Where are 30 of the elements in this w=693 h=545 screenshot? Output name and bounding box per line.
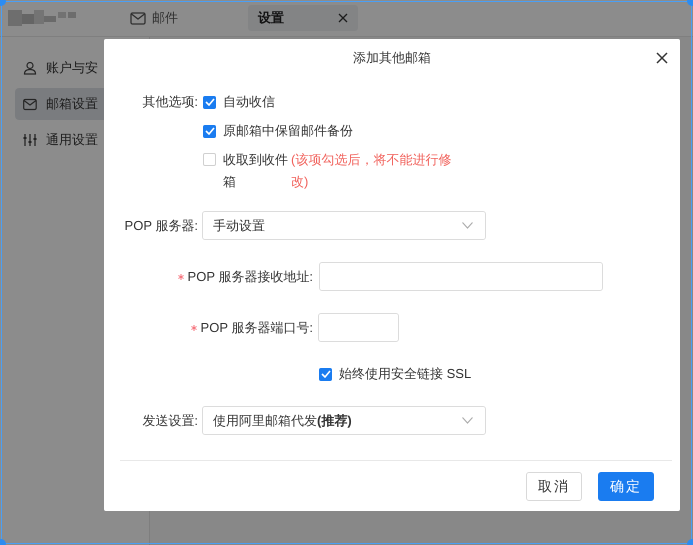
checkbox-label: 原邮箱中保留邮件备份 [223,122,353,140]
checkbox-label: 收取到收件箱 [223,151,289,191]
user-icon [23,61,37,75]
sidebar-item[interactable]: 账户与安 [15,52,149,84]
chevron-down-icon [462,222,473,229]
pop-server-select[interactable]: 手动设置 [202,211,486,240]
form-label: POP 服务器端口号: [104,318,313,336]
cancel-button[interactable]: 取消 [526,472,582,501]
chevron-down-icon [462,417,473,424]
mailbox-icon [23,98,37,110]
sidebar-item[interactable]: 通用设置 [15,124,149,156]
mail-icon [130,12,146,24]
checkbox-label: 始终使用安全链接 SSL [339,365,472,383]
warning-note: (该项勾选后，将不能进行修改) [291,151,452,191]
port-input-field[interactable] [318,313,399,342]
close-icon[interactable] [656,52,668,64]
checkbox[interactable] [203,124,216,138]
confirm-button[interactable]: 确定 [598,472,654,501]
checkbox[interactable] [319,368,332,380]
checkbox[interactable] [203,96,216,108]
tab[interactable]: 邮件 [120,5,188,31]
form-label: POP 服务器: [124,216,198,234]
dialog-title: 添加其他邮箱 [353,49,431,67]
form-label: POP 服务器接收地址: [104,268,313,286]
sliders-icon [23,133,37,147]
form-label: 发送设置: [141,412,198,430]
address-input-field[interactable] [319,262,603,291]
tab[interactable]: 设置 [248,5,358,31]
checkbox-label: 自动收信 [223,93,275,111]
send-setting-select[interactable]: 使用阿里邮箱代发(推荐) [202,406,486,435]
